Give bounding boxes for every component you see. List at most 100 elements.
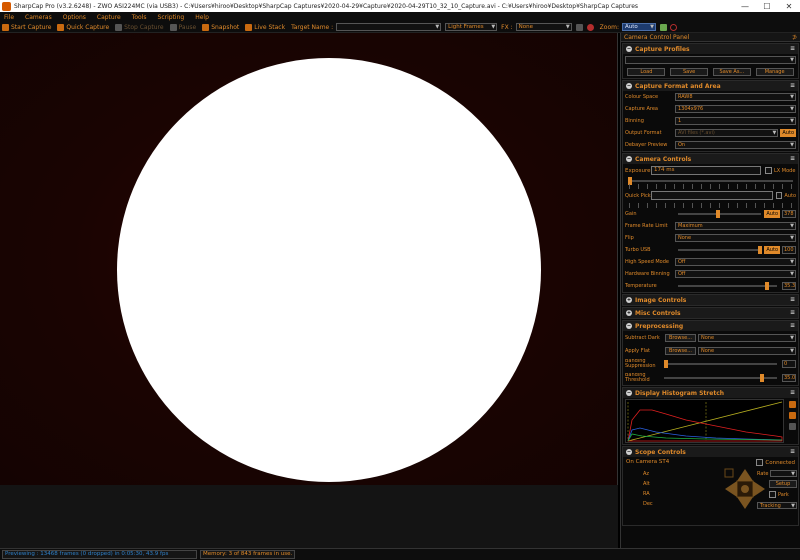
gain-auto-button[interactable]: Auto <box>764 210 780 218</box>
colour-space-select[interactable]: RAW8 ▼ <box>675 93 796 101</box>
histogram-plot[interactable] <box>625 399 784 443</box>
collapse-icon[interactable]: − <box>626 83 632 89</box>
setup-button[interactable]: Setup <box>769 480 797 488</box>
subtract-dark-select[interactable]: None ▼ <box>697 333 796 342</box>
turbo-usb-slider[interactable] <box>678 246 763 254</box>
rate-select[interactable]: ▼ <box>770 470 797 477</box>
frame-type-select[interactable]: Light Frames ▼ <box>445 23 498 31</box>
live-stack-button[interactable]: Live Stack <box>245 23 285 31</box>
hamburger-icon[interactable]: ≡ <box>790 389 795 396</box>
debayer-preview-select[interactable]: On ▼ <box>675 141 796 149</box>
menu-options[interactable]: Options <box>63 14 86 21</box>
expand-icon[interactable]: + <box>626 297 632 303</box>
turbo-usb-value[interactable]: 100 <box>782 246 796 254</box>
frame-rate-select[interactable]: Maximum ▼ <box>675 222 796 230</box>
collapse-icon[interactable]: − <box>626 390 632 396</box>
banding-threshold-slider[interactable] <box>664 374 777 382</box>
subtract-dark-browse-button[interactable]: Browse... <box>665 333 696 342</box>
capture-profiles-header[interactable]: − Capture Profiles ≡ <box>623 44 798 54</box>
collapse-icon[interactable]: − <box>626 449 632 455</box>
menu-file[interactable]: File <box>4 14 14 21</box>
capture-area-select[interactable]: 1304x976 ▼ <box>675 105 796 113</box>
turbo-usb-auto-button[interactable]: Auto <box>764 246 780 254</box>
park-checkbox[interactable] <box>769 491 776 498</box>
camera-controls-section: − Camera Controls ≡ Exposure 174 ms LX Mod… <box>622 153 799 293</box>
pause-button[interactable]: Pause <box>169 23 196 31</box>
camera-controls-header[interactable]: − Camera Controls ≡ <box>623 154 798 164</box>
pin-icon[interactable]: ⊅ <box>792 34 797 41</box>
auto-stretch-icon[interactable] <box>788 401 796 408</box>
clear-fx-icon[interactable] <box>586 23 594 31</box>
save-stretch-icon[interactable] <box>788 423 796 430</box>
close-window-button[interactable]: ✕ <box>778 0 800 12</box>
scope-controls-title: Scope Controls <box>635 448 686 456</box>
snapshot-button[interactable]: Snapshot <box>202 23 239 31</box>
hamburger-icon[interactable]: ≡ <box>790 448 795 455</box>
menu-scripting[interactable]: Scripting <box>158 14 185 21</box>
preprocessing-header[interactable]: − Preprocessing ≡ <box>623 321 798 331</box>
binning-select[interactable]: 1 ▼ <box>675 117 796 125</box>
scope-controls-header[interactable]: − Scope Controls ≡ <box>623 447 798 457</box>
image-controls-header[interactable]: + Image Controls ≡ <box>623 295 798 305</box>
search-icon[interactable] <box>670 23 677 31</box>
load-profile-button[interactable]: Load <box>627 68 666 76</box>
gain-value[interactable]: 378 <box>782 210 796 218</box>
lx-mode-checkbox[interactable] <box>765 167 772 174</box>
maximize-button[interactable]: ☐ <box>756 0 778 12</box>
fx-label: FX : <box>501 23 513 31</box>
histogram-icon[interactable] <box>660 23 667 31</box>
output-format-select[interactable]: AVI files (*.avi) ▼ <box>675 129 779 137</box>
profile-select[interactable]: ▼ <box>625 56 796 64</box>
window-title: SharpCap Pro (v3.2.6248) - ZWO ASI224MC … <box>14 2 639 10</box>
image-viewer[interactable] <box>0 33 618 485</box>
menu-capture[interactable]: Capture <box>97 14 121 21</box>
misc-controls-title: Misc Controls <box>635 309 681 317</box>
output-format-auto-button[interactable]: Auto <box>780 129 796 137</box>
manage-profiles-button[interactable]: Manage <box>755 68 794 76</box>
fx-select[interactable]: None ▼ <box>515 23 572 31</box>
hamburger-icon[interactable]: ≡ <box>790 155 795 162</box>
capture-profiles-section: − Capture Profiles ≡ ▼ Load Save Save As..… <box>622 43 799 79</box>
menu-help[interactable]: Help <box>195 14 209 21</box>
banding-suppression-value[interactable]: 0 <box>782 360 796 368</box>
start-capture-button[interactable]: Start Capture <box>2 23 51 31</box>
exposure-input[interactable]: 174 ms <box>651 166 761 175</box>
hamburger-icon[interactable]: ≡ <box>790 296 795 303</box>
apply-flat-select[interactable]: None ▼ <box>697 346 796 355</box>
collapse-icon[interactable]: − <box>626 46 632 52</box>
fx-settings-icon[interactable] <box>575 23 583 31</box>
banding-suppression-slider[interactable] <box>664 360 777 368</box>
menu-tools[interactable]: Tools <box>132 14 147 21</box>
hamburger-icon[interactable]: ≡ <box>790 322 795 329</box>
collapse-icon[interactable]: − <box>626 323 632 329</box>
tracking-select[interactable]: Tracking ▼ <box>757 502 797 509</box>
hamburger-icon[interactable]: ≡ <box>790 45 795 52</box>
expand-icon[interactable]: + <box>626 310 632 316</box>
save-profile-button[interactable]: Save <box>670 68 709 76</box>
banding-threshold-value[interactable]: 35.0 <box>782 374 796 382</box>
histogram-header[interactable]: − Display Histogram Stretch ≡ <box>623 388 798 398</box>
connected-checkbox[interactable] <box>756 459 764 466</box>
hardware-binning-select[interactable]: Off ▼ <box>675 270 796 278</box>
capture-format-header[interactable]: − Capture Format and Area ≡ <box>623 81 798 91</box>
collapse-icon[interactable]: − <box>626 156 632 162</box>
target-name-select[interactable]: ▼ <box>336 23 442 31</box>
flip-select[interactable]: None ▼ <box>675 234 796 242</box>
gain-slider[interactable] <box>678 210 762 218</box>
tracking-value: Tracking <box>760 503 781 509</box>
zoom-select[interactable]: Auto ▼ <box>622 23 656 31</box>
misc-controls-header[interactable]: + Misc Controls ≡ <box>623 308 798 318</box>
minimize-button[interactable]: — <box>734 0 756 12</box>
high-speed-mode-select[interactable]: Off ▼ <box>675 258 796 266</box>
quick-picks-select[interactable] <box>651 191 773 200</box>
quick-capture-button[interactable]: Quick Capture <box>57 23 109 31</box>
stop-capture-button[interactable]: Stop Capture <box>115 23 164 31</box>
reset-stretch-icon[interactable] <box>788 412 796 419</box>
hamburger-icon[interactable]: ≡ <box>790 82 795 89</box>
output-format-label: Output Format <box>625 130 662 136</box>
hamburger-icon[interactable]: ≡ <box>790 309 795 316</box>
menu-cameras[interactable]: Cameras <box>25 14 52 21</box>
save-as-profile-button[interactable]: Save As... <box>712 68 751 76</box>
exposure-auto-checkbox[interactable] <box>775 192 783 199</box>
apply-flat-browse-button[interactable]: Browse... <box>665 346 696 355</box>
